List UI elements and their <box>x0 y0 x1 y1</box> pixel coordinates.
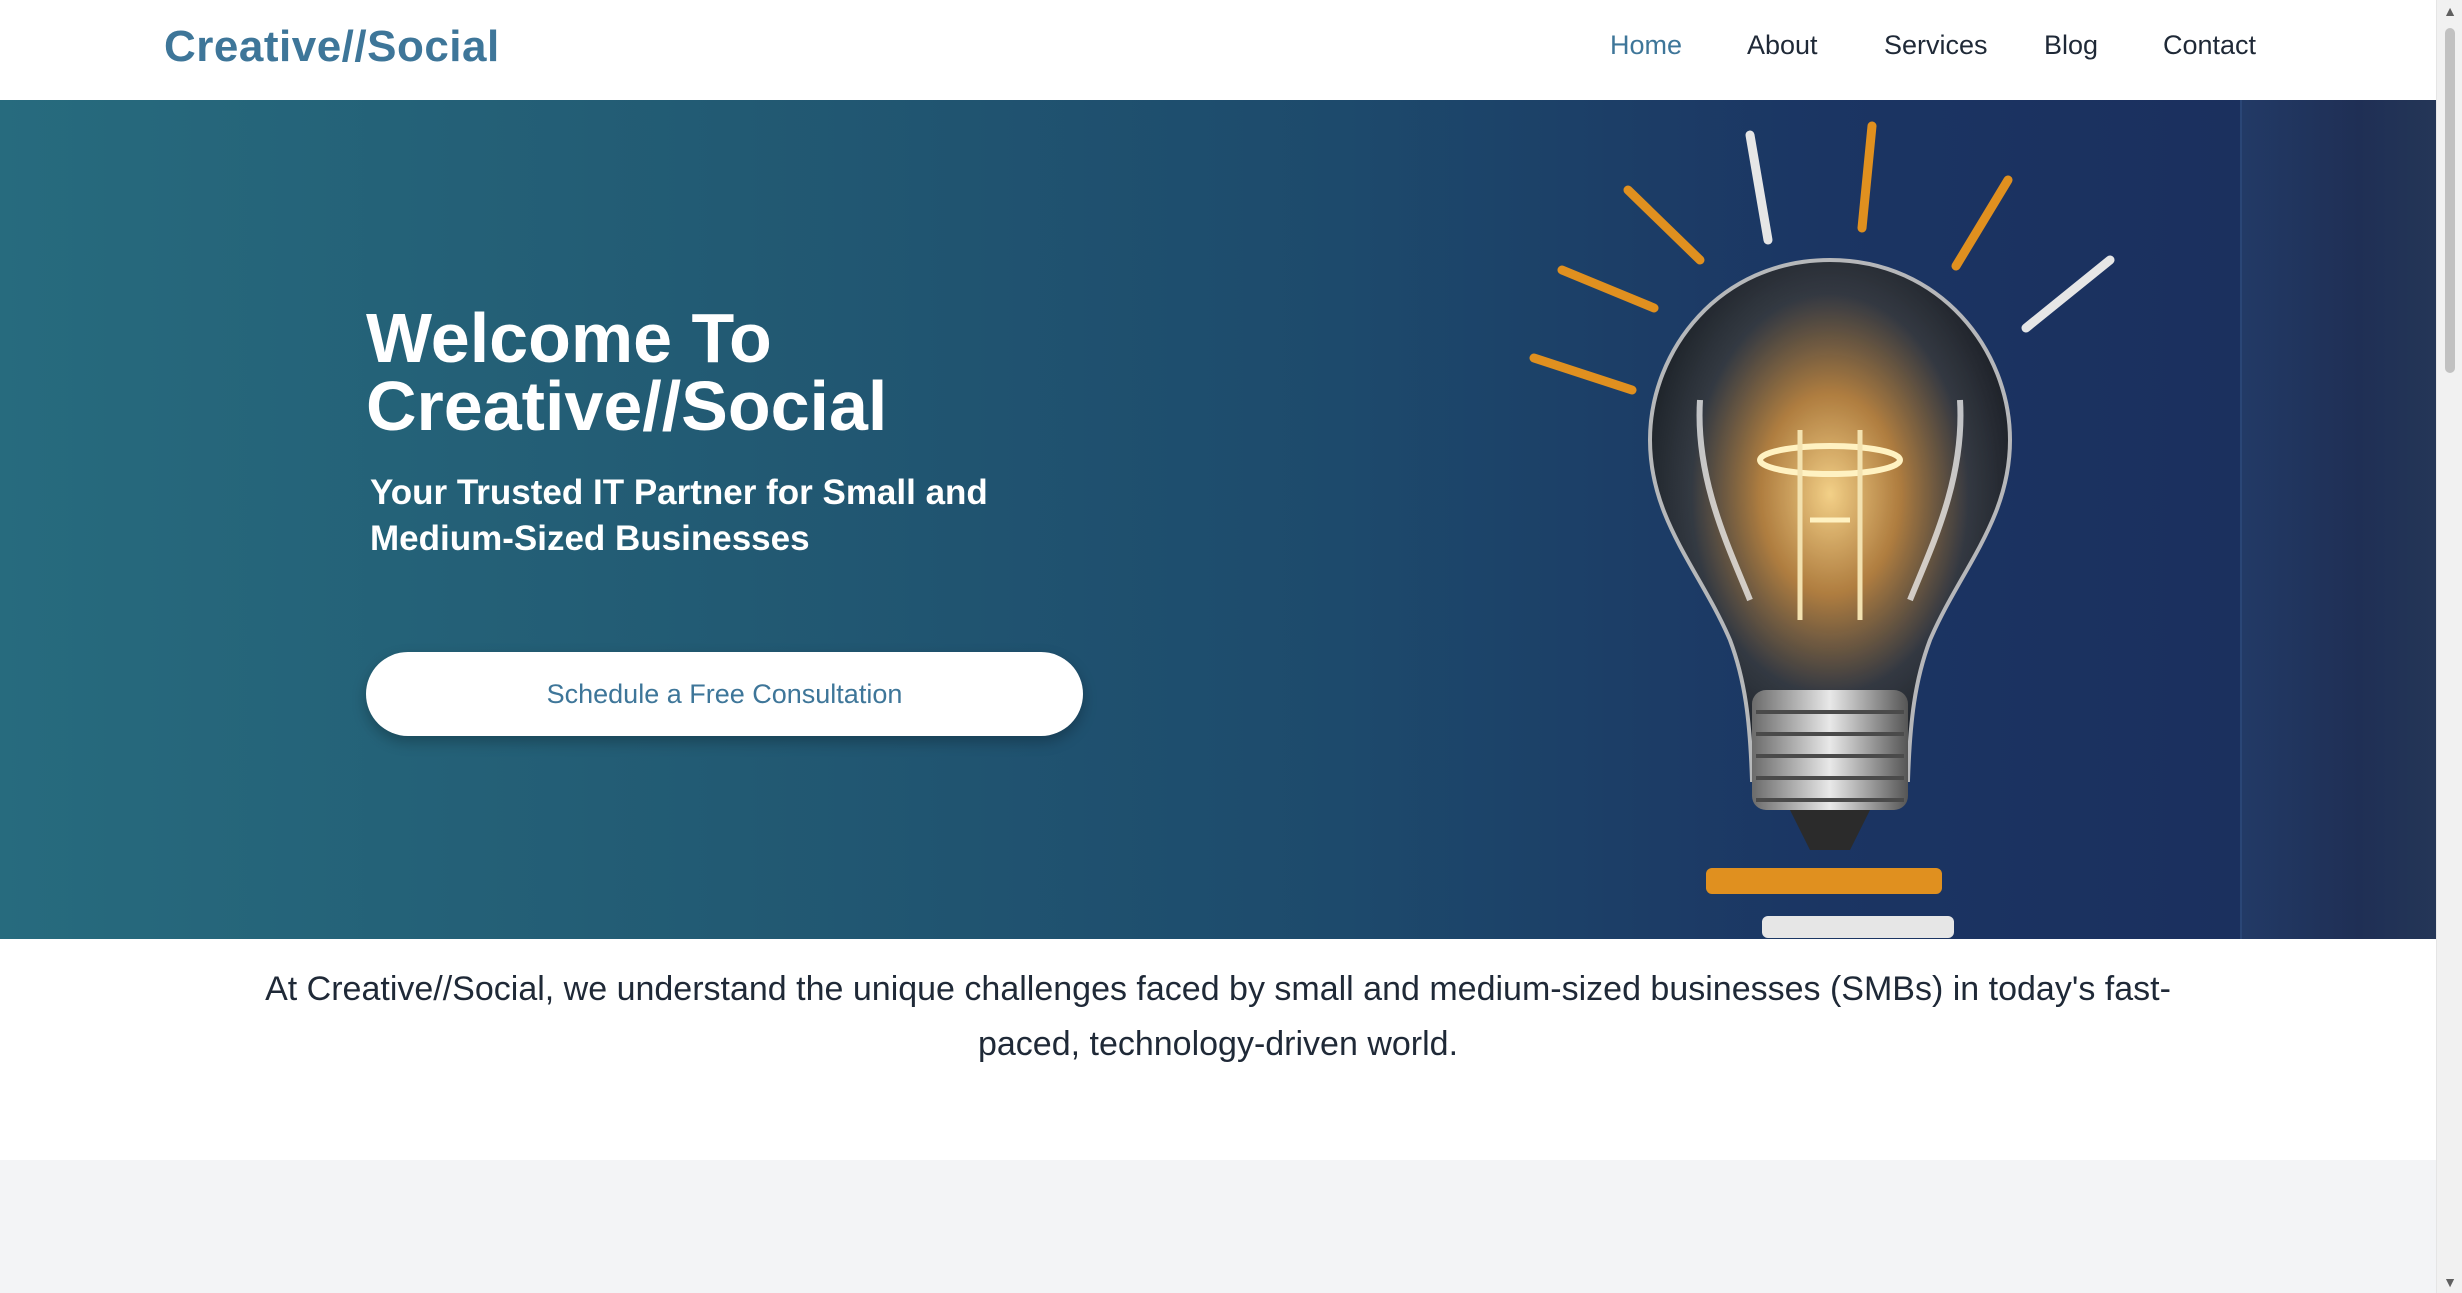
nav-blog[interactable]: Blog <box>2044 30 2098 61</box>
scroll-thumb[interactable] <box>2445 28 2455 373</box>
intro-text: At Creative//Social, we understand the u… <box>265 970 2171 1063</box>
hero-decor-strip <box>2240 100 2436 939</box>
scroll-down-icon[interactable]: ▼ <box>2437 1271 2462 1293</box>
hero-section: Welcome To Creative//Social Your Trusted… <box>0 100 2436 939</box>
site-header: Creative//Social Home About Services Blo… <box>0 0 2436 100</box>
page: Creative//Social Home About Services Blo… <box>0 0 2462 1293</box>
site-logo[interactable]: Creative//Social <box>164 22 500 72</box>
lightbulb-icon <box>1500 100 2140 939</box>
hero-subtitle: Your Trusted IT Partner for Small and Me… <box>370 473 988 558</box>
scroll-up-icon[interactable]: ▲ <box>2437 0 2462 22</box>
scrollbar[interactable]: ▲ ▼ <box>2436 0 2462 1293</box>
hero-title: Welcome To Creative//Social <box>366 303 887 441</box>
schedule-consultation-button[interactable]: Schedule a Free Consultation <box>366 652 1083 736</box>
gray-section <box>0 1160 2436 1293</box>
nav-services[interactable]: Services <box>1884 30 1988 61</box>
hero-title-line2: Creative//Social <box>366 367 888 445</box>
nav-home[interactable]: Home <box>1610 30 1682 61</box>
nav-about[interactable]: About <box>1747 30 1818 61</box>
nav-contact[interactable]: Contact <box>2163 30 2256 61</box>
hero-title-line1: Welcome To <box>366 299 772 377</box>
